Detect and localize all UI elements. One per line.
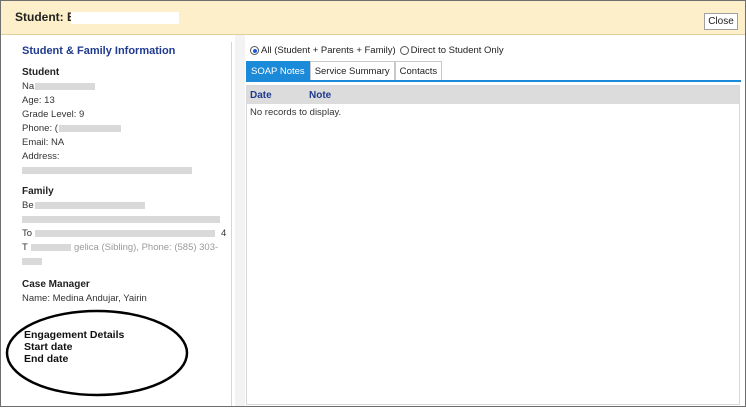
column-note[interactable]: Note bbox=[309, 90, 331, 101]
dialog-window: Student: Berno Close Student & Family In… bbox=[0, 0, 746, 407]
notes-tabs: SOAP Notes Service Summary Contacts bbox=[246, 61, 443, 80]
contact-filter: All (Student + Parents + Family) Direct … bbox=[250, 45, 504, 56]
panel-divider bbox=[235, 35, 245, 406]
radio-direct-label[interactable]: Direct to Student Only bbox=[411, 45, 504, 56]
tab-contacts[interactable]: Contacts bbox=[394, 61, 443, 80]
tab-service-summary[interactable]: Service Summary bbox=[309, 61, 395, 80]
column-date[interactable]: Date bbox=[250, 90, 272, 101]
radio-direct[interactable] bbox=[399, 46, 409, 55]
empty-message: No records to display. bbox=[250, 107, 342, 118]
grid-header: Date Note bbox=[247, 86, 739, 104]
notes-grid: Date Note No records to display. bbox=[246, 85, 740, 405]
tab-underline bbox=[246, 80, 741, 82]
radio-all-label[interactable]: All (Student + Parents + Family) bbox=[261, 45, 396, 56]
tab-soap-notes[interactable]: SOAP Notes bbox=[246, 61, 310, 80]
notes-panel: All (Student + Parents + Family) Direct … bbox=[245, 42, 741, 406]
radio-all[interactable] bbox=[250, 46, 259, 55]
